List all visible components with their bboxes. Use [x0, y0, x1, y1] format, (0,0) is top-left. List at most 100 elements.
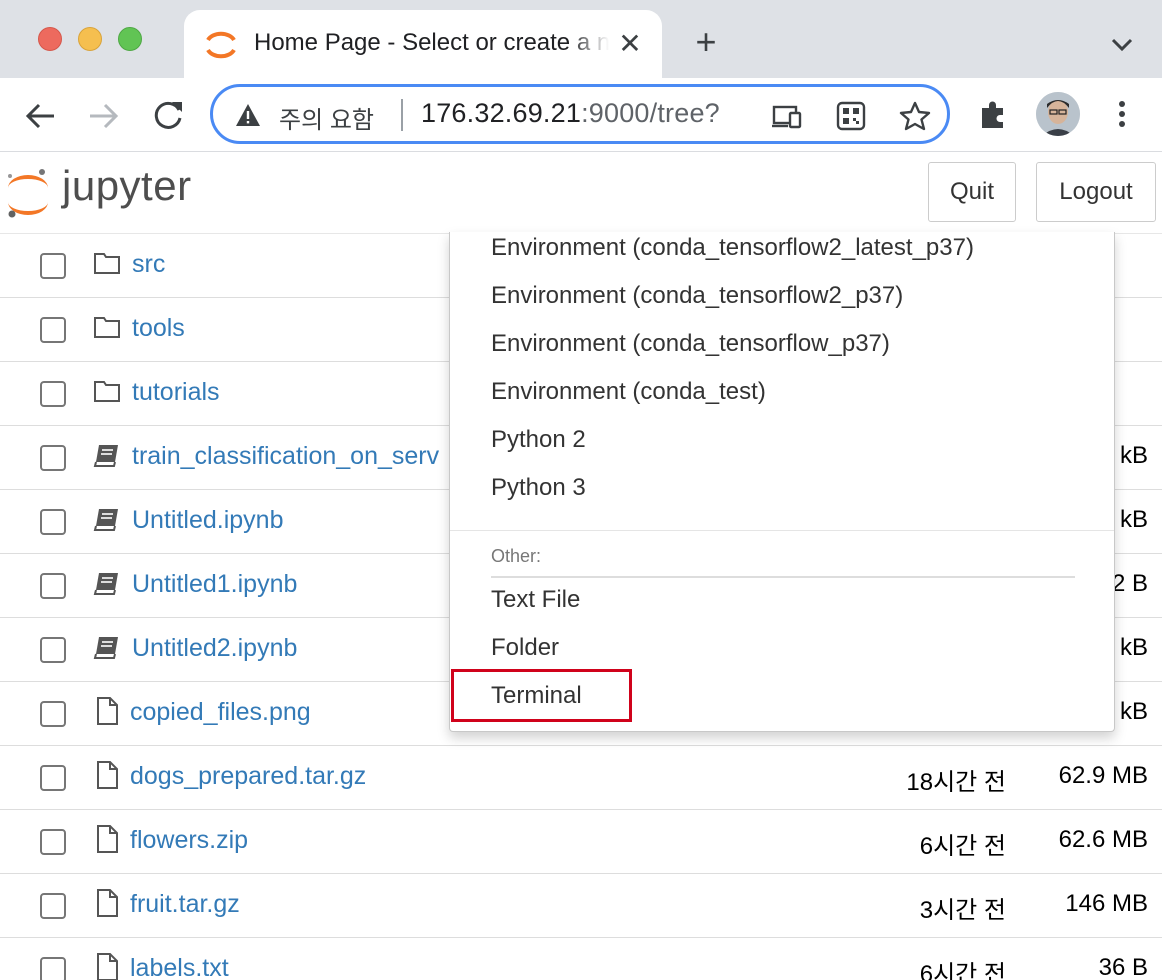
jupyter-header: jupyter Quit Logout	[0, 152, 1162, 234]
file-name-link[interactable]: tutorials	[132, 378, 220, 407]
menu-item-kernel[interactable]: Environment (conda_test)	[491, 378, 766, 406]
file-size: 36 B	[1098, 954, 1148, 980]
folder-icon	[92, 248, 122, 278]
chevron-down-icon[interactable]	[1106, 30, 1138, 58]
menu-divider	[450, 530, 1114, 531]
menu-item-kernel[interactable]: Python 2	[491, 426, 586, 454]
warning-icon[interactable]	[235, 103, 261, 127]
row-checkbox[interactable]	[40, 829, 66, 855]
star-icon[interactable]	[899, 101, 931, 131]
file-size: 146 MB	[1065, 890, 1148, 917]
notebook-icon	[92, 632, 122, 662]
file-size: kB	[1119, 442, 1148, 469]
file-name-link[interactable]: Untitled2.ipynb	[132, 634, 297, 663]
url-host: 176.32.69.21	[421, 98, 582, 128]
row-checkbox[interactable]	[40, 253, 66, 279]
extensions-icon[interactable]	[978, 98, 1010, 130]
jupyter-logo-icon[interactable]	[4, 166, 52, 220]
menu-item-text-file[interactable]: Text File	[491, 586, 580, 614]
menu-header-other: Other:	[491, 546, 542, 566]
file-row[interactable]: dogs_prepared.tar.gz 18시간 전 62.9 MB	[0, 746, 1162, 810]
file-icon	[92, 888, 122, 918]
row-checkbox[interactable]	[40, 893, 66, 919]
terminal-highlight-box	[451, 669, 632, 722]
file-name-link[interactable]: dogs_prepared.tar.gz	[130, 762, 366, 791]
notebook-icon	[92, 504, 122, 534]
file-icon	[92, 952, 122, 980]
file-name-link[interactable]: src	[132, 250, 165, 279]
row-checkbox[interactable]	[40, 445, 66, 471]
new-dropdown-menu: Environment (conda_tensorflow2_latest_p3…	[449, 232, 1115, 732]
menu-item-kernel[interactable]: Environment (conda_tensorflow2_p37)	[491, 282, 903, 310]
browser-tab-active[interactable]: Home Page - Select or create a notebook …	[184, 10, 662, 78]
window-close-button[interactable]	[38, 27, 62, 51]
file-name-link[interactable]: Untitled1.ipynb	[132, 570, 297, 599]
row-checkbox[interactable]	[40, 317, 66, 343]
file-modified: 3시간 전	[919, 897, 1006, 924]
file-size: 62.9 MB	[1058, 762, 1148, 789]
url-path: :9000/tree?	[581, 98, 720, 128]
row-checkbox[interactable]	[40, 701, 66, 727]
file-name-link[interactable]: copied_files.png	[130, 698, 311, 727]
back-icon[interactable]	[20, 96, 60, 136]
menu-item-kernel[interactable]: Environment (conda_tensorflow_p37)	[491, 330, 890, 358]
folder-icon	[92, 312, 122, 342]
folder-icon	[92, 376, 122, 406]
jupyter-logo-text[interactable]: jupyter	[62, 162, 192, 210]
row-checkbox[interactable]	[40, 381, 66, 407]
row-checkbox[interactable]	[40, 957, 66, 980]
file-row[interactable]: flowers.zip 6시간 전 62.6 MB	[0, 810, 1162, 874]
file-row[interactable]: fruit.tar.gz 3시간 전 146 MB	[0, 874, 1162, 938]
qr-code-icon[interactable]	[835, 101, 867, 131]
address-bar[interactable]: 주의 요함 176.32.69.21:9000/tree?	[210, 84, 950, 144]
menu-item-kernel[interactable]: Python 3	[491, 474, 586, 502]
tab-close-icon[interactable]: ✕	[616, 30, 644, 58]
row-checkbox[interactable]	[40, 765, 66, 791]
file-size: kB	[1119, 634, 1148, 661]
window-zoom-button[interactable]	[118, 27, 142, 51]
file-size: kB	[1119, 506, 1148, 533]
reload-icon[interactable]	[148, 96, 188, 136]
file-modified: 18시간 전	[906, 769, 1006, 796]
file-name-link[interactable]: tools	[132, 314, 185, 343]
row-checkbox[interactable]	[40, 637, 66, 663]
cast-icon[interactable]	[771, 101, 803, 131]
browser-tab-strip: Home Page - Select or create a notebook …	[0, 0, 1162, 78]
profile-photo-icon	[1036, 92, 1080, 136]
file-modified: 6시간 전	[919, 961, 1006, 980]
menu-item-folder[interactable]: Folder	[491, 634, 559, 662]
window-minimize-button[interactable]	[78, 27, 102, 51]
security-warning-label[interactable]: 주의 요함	[279, 100, 374, 135]
tab-title: Home Page - Select or create a notebook	[254, 29, 609, 56]
file-modified: 6시간 전	[919, 833, 1006, 860]
address-separator	[401, 99, 403, 131]
notebook-icon	[92, 440, 122, 470]
avatar[interactable]	[1036, 92, 1080, 136]
menu-header-underline	[491, 576, 1075, 578]
file-icon	[92, 696, 122, 726]
file-name-link[interactable]: labels.txt	[130, 954, 229, 980]
file-size: kB	[1119, 698, 1148, 725]
row-checkbox[interactable]	[40, 573, 66, 599]
more-icon[interactable]	[1110, 96, 1134, 132]
file-size: 2 B	[1111, 570, 1148, 597]
tab-title-fade	[569, 25, 609, 65]
file-row[interactable]: labels.txt 6시간 전 36 B	[0, 938, 1162, 980]
file-size: 62.6 MB	[1058, 826, 1148, 853]
file-icon	[92, 760, 122, 790]
forward-icon[interactable]	[84, 96, 124, 136]
menu-item-kernel[interactable]: Environment (conda_tensorflow2_latest_p3…	[491, 234, 974, 262]
jupyter-favicon-icon	[206, 31, 236, 59]
file-name-link[interactable]: Untitled.ipynb	[132, 506, 283, 535]
new-tab-button[interactable]: +	[690, 24, 722, 60]
browser-toolbar: 주의 요함 176.32.69.21:9000/tree?	[0, 78, 1162, 152]
logout-button[interactable]: Logout	[1036, 162, 1156, 222]
file-icon	[92, 824, 122, 854]
notebook-icon	[92, 568, 122, 598]
file-name-link[interactable]: train_classification_on_serv	[132, 442, 439, 471]
url-text[interactable]: 176.32.69.21:9000/tree?	[421, 98, 720, 129]
file-name-link[interactable]: fruit.tar.gz	[130, 890, 240, 919]
file-name-link[interactable]: flowers.zip	[130, 826, 248, 855]
row-checkbox[interactable]	[40, 509, 66, 535]
quit-button[interactable]: Quit	[928, 162, 1016, 222]
